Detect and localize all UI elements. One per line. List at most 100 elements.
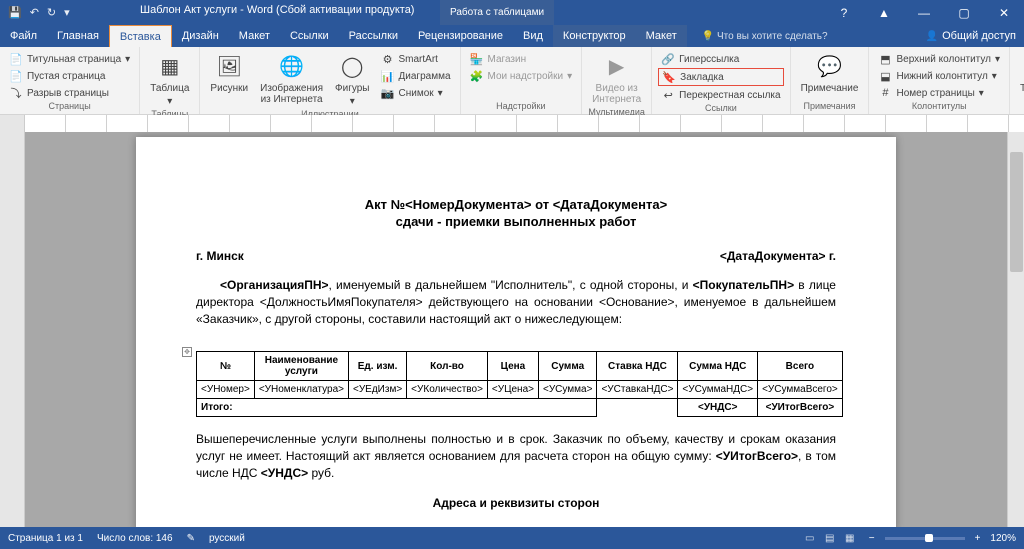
tab-layout[interactable]: Макет — [229, 25, 280, 47]
title-bar: 💾 ↶ ↻ ▾ Шаблон Акт услуги - Word (Сбой а… — [0, 0, 1024, 25]
view-web-icon[interactable]: ▦ — [841, 530, 859, 546]
page-number-button[interactable]: #Номер страницы▾ — [875, 85, 1003, 101]
status-bar: Страница 1 из 1 Число слов: 146 ✎ русски… — [0, 527, 1024, 549]
header-icon: ⬒ — [878, 52, 892, 66]
zoom-slider[interactable] — [885, 537, 965, 540]
group-tables: ▦Таблица▾ Таблицы — [140, 47, 200, 114]
textbox-button[interactable]: AТекстовое поле▾ — [1016, 51, 1024, 120]
group-comments: 💬Примечание Примечания — [791, 47, 870, 114]
tab-insert[interactable]: Вставка — [109, 25, 172, 47]
header-button[interactable]: ⬒Верхний колонтитул▾ — [875, 51, 1003, 67]
chart-button[interactable]: 📊Диаграмма — [378, 68, 454, 84]
status-language[interactable]: русский — [209, 533, 245, 544]
screenshot-button[interactable]: 📷Снимок▾ — [378, 85, 454, 101]
group-addins: 🏪Магазин 🧩Мои надстройки▾ Надстройки — [461, 47, 583, 114]
doc-table[interactable]: №Наименование услугиЕд. изм.Кол-воЦенаСу… — [196, 351, 843, 417]
page-break-icon: ⤵ — [9, 86, 23, 100]
addins-icon: 🧩 — [470, 69, 484, 83]
ribbon-tabs: Файл Главная Вставка Дизайн Макет Ссылки… — [0, 25, 1024, 47]
ribbon-help-icon[interactable]: ? — [824, 0, 864, 25]
doc-paragraph-1: <ОрганизацияПН>, именуемый в дальнейшем … — [196, 277, 836, 327]
tab-mailings[interactable]: Рассылки — [339, 25, 408, 47]
tab-design[interactable]: Дизайн — [172, 25, 229, 47]
tab-review[interactable]: Рецензирование — [408, 25, 513, 47]
undo-icon[interactable]: ↶ — [30, 6, 39, 19]
window-title: Шаблон Акт услуги - Word (Сбой активации… — [140, 4, 414, 16]
close-button[interactable]: ✕ — [984, 0, 1024, 25]
status-page[interactable]: Страница 1 из 1 — [8, 533, 83, 544]
share-button[interactable]: Общий доступ — [926, 30, 1016, 42]
document-area[interactable]: Акт №<НомерДокумента> от <ДатаДокумента>… — [25, 132, 1007, 532]
video-icon: ▶ — [603, 53, 631, 81]
vertical-scrollbar[interactable] — [1007, 132, 1024, 532]
crossref-button[interactable]: ↩Перекрестная ссылка — [658, 87, 783, 103]
doc-title-line2: сдачи - приемки выполненных работ — [196, 214, 836, 229]
doc-title-line1: Акт №<НомерДокумента> от <ДатаДокумента> — [196, 197, 836, 212]
table-button[interactable]: ▦Таблица▾ — [146, 51, 193, 109]
scrollbar-thumb[interactable] — [1010, 152, 1023, 272]
page[interactable]: Акт №<НомерДокумента> от <ДатаДокумента>… — [136, 137, 896, 532]
footer-icon: ⬓ — [878, 69, 892, 83]
tab-references[interactable]: Ссылки — [280, 25, 339, 47]
table-data-row: <УНомер><УНоменклатура><УЕдИзм><УКоличес… — [197, 381, 843, 399]
page-break-button[interactable]: ⤵Разрыв страницы — [6, 85, 133, 101]
hyperlink-button[interactable]: 🔗Гиперссылка — [658, 51, 783, 67]
tab-table-layout[interactable]: Макет — [636, 25, 687, 47]
contextual-tab-title: Работа с таблицами — [440, 0, 554, 25]
redo-icon[interactable]: ↻ — [47, 6, 56, 19]
online-pictures-icon: 🌐 — [278, 53, 306, 81]
shapes-icon: ◯ — [338, 53, 366, 81]
doc-addresses-heading: Адреса и реквизиты сторон — [196, 496, 836, 510]
window-controls: ? ▲ — ▢ ✕ — [824, 0, 1024, 25]
view-read-icon[interactable]: ▭ — [801, 530, 819, 546]
zoom-percent[interactable]: 120% — [990, 533, 1016, 544]
online-pictures-button[interactable]: 🌐Изображения из Интернета — [256, 51, 327, 107]
pictures-button[interactable]: 🖼Рисунки — [206, 51, 252, 96]
ruler-vertical[interactable] — [0, 132, 25, 532]
title-page-button[interactable]: 📄Титульная страница▾ — [6, 51, 133, 67]
maximize-button[interactable]: ▢ — [944, 0, 984, 25]
tab-file[interactable]: Файл — [0, 25, 47, 47]
store-button[interactable]: 🏪Магазин — [467, 51, 576, 67]
qat-dropdown-icon[interactable]: ▾ — [64, 6, 70, 19]
table-move-handle[interactable]: ✥ — [182, 347, 192, 357]
table-icon: ▦ — [156, 53, 184, 81]
comment-button[interactable]: 💬Примечание — [797, 51, 863, 96]
doc-city: г. Минск — [196, 249, 244, 263]
table-total-row: Итого: <УНДС> <УИтогВсего> — [197, 399, 843, 417]
view-print-icon[interactable]: ▤ — [821, 530, 839, 546]
footer-button[interactable]: ⬓Нижний колонтитул▾ — [875, 68, 1003, 84]
group-pages: 📄Титульная страница▾ 📄Пустая страница ⤵Р… — [0, 47, 140, 114]
bookmark-button[interactable]: 🔖Закладка — [658, 68, 783, 86]
bookmark-icon: 🔖 — [662, 70, 676, 84]
screenshot-icon: 📷 — [381, 86, 395, 100]
tab-view[interactable]: Вид — [513, 25, 553, 47]
chart-icon: 📊 — [381, 69, 395, 83]
status-words[interactable]: Число слов: 146 — [97, 533, 173, 544]
zoom-in-icon[interactable]: + — [975, 533, 981, 544]
minimize-button[interactable]: — — [904, 0, 944, 25]
workspace: Акт №<НомерДокумента> от <ДатаДокумента>… — [0, 132, 1024, 532]
tell-me-search[interactable]: 💡 Что вы хотите сделать? — [702, 31, 828, 42]
save-icon[interactable]: 💾 — [8, 6, 22, 19]
status-spellcheck-icon[interactable]: ✎ — [187, 533, 195, 544]
group-illustrations: 🖼Рисунки 🌐Изображения из Интернета ◯Фигу… — [200, 47, 460, 114]
smartart-button[interactable]: ⚙SmartArt — [378, 51, 454, 67]
store-icon: 🏪 — [470, 52, 484, 66]
blank-page-button[interactable]: 📄Пустая страница — [6, 68, 133, 84]
tab-home[interactable]: Главная — [47, 25, 109, 47]
tab-table-design[interactable]: Конструктор — [553, 25, 636, 47]
crossref-icon: ↩ — [661, 88, 675, 102]
ruler-horizontal[interactable] — [0, 115, 1024, 132]
table-header-row: №Наименование услугиЕд. изм.Кол-воЦенаСу… — [197, 352, 843, 381]
view-buttons: ▭ ▤ ▦ — [801, 530, 859, 546]
zoom-out-icon[interactable]: − — [869, 533, 875, 544]
shapes-button[interactable]: ◯Фигуры▾ — [331, 51, 373, 109]
video-button[interactable]: ▶Видео из Интернета — [588, 51, 645, 107]
smartart-icon: ⚙ — [381, 52, 395, 66]
ribbon: 📄Титульная страница▾ 📄Пустая страница ⤵Р… — [0, 47, 1024, 115]
quick-access-toolbar: 💾 ↶ ↻ ▾ — [0, 6, 78, 19]
blank-page-icon: 📄 — [9, 69, 23, 83]
my-addins-button[interactable]: 🧩Мои надстройки▾ — [467, 68, 576, 84]
ribbon-toggle-icon[interactable]: ▲ — [864, 0, 904, 25]
